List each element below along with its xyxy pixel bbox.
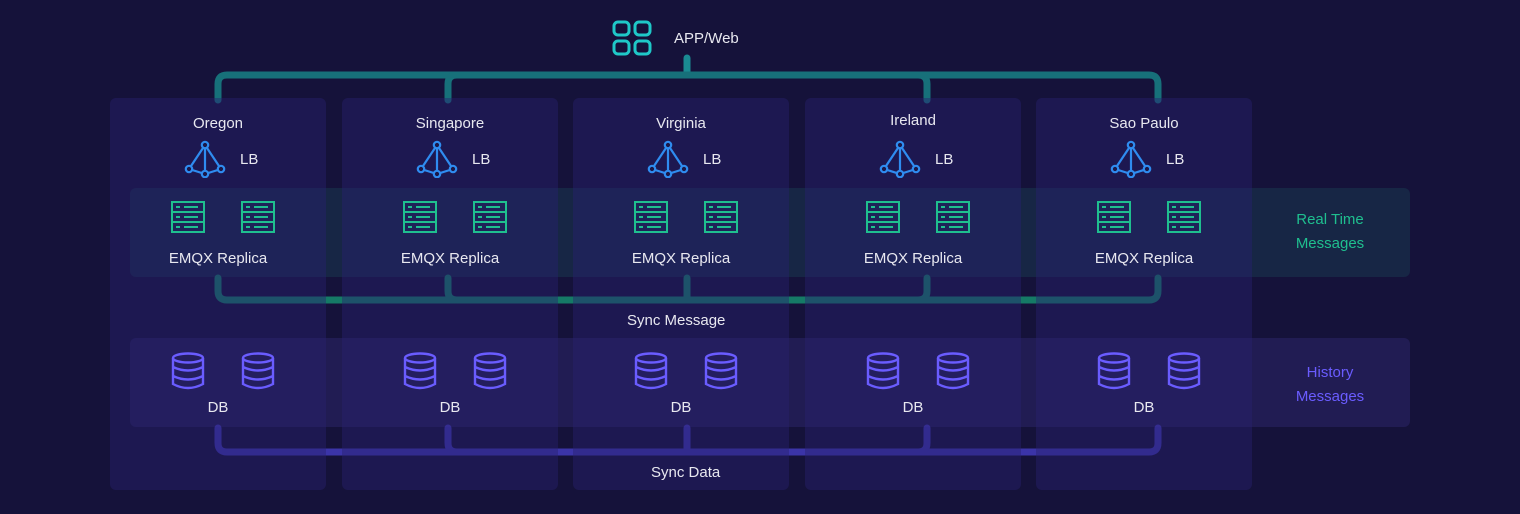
history-label-line1: History [1306,364,1354,381]
lb-label: LB [472,150,491,168]
lb-label: LB [935,150,954,168]
server-icon [170,200,206,239]
db-label: DB [207,399,229,416]
database-icon [935,352,971,395]
realtime-label-line1: Real Time [1296,211,1364,228]
database-icon [402,352,438,395]
database-icon [633,352,669,395]
server-icon [935,200,971,239]
architecture-diagram: APP/Web Oregon LB EMQX Replica DB Singapore L… [0,0,1520,514]
db-label: DB [902,399,924,416]
database-icon [1096,352,1132,395]
server-icon [1096,200,1132,239]
emqx-replica-pair [402,200,508,239]
lb-label: LB [703,150,722,168]
db-pair [865,352,971,395]
load-balancer: LB [1108,140,1184,178]
replica-label: EMQX Replica [400,250,500,267]
server-icon [865,200,901,239]
region-name: Singapore [415,115,485,132]
load-balancer-icon [877,140,923,178]
server-icon [240,200,276,239]
database-icon [865,352,901,395]
app-label: APP/Web [674,29,739,47]
database-icon [472,352,508,395]
replica-label: EMQX Replica [863,250,963,267]
sync-data-label: Sync Data [651,464,721,481]
load-balancer: LB [645,140,721,178]
load-balancer-icon [182,140,228,178]
load-balancer-icon [645,140,691,178]
app-grid-icon [612,20,652,56]
sync-message-label: Sync Message [627,312,726,329]
db-pair [170,352,276,395]
db-label: DB [439,399,461,416]
emqx-replica-pair [865,200,971,239]
load-balancer-icon [414,140,460,178]
server-icon [402,200,438,239]
emqx-replica-pair [633,200,739,239]
realtime-messages-label: Real Time Messages [1270,208,1390,256]
database-icon [703,352,739,395]
region-name: Oregon [192,115,244,132]
load-balancer: LB [182,140,258,178]
server-icon [1166,200,1202,239]
region-name: Sao Paulo [1109,115,1179,132]
db-label: DB [1133,399,1155,416]
emqx-replica-pair [170,200,276,239]
replica-label: EMQX Replica [631,250,731,267]
top-outer-connector [214,71,1162,104]
top-inner-connector [444,71,931,104]
db-pair [1096,352,1202,395]
history-messages-label: History Messages [1270,361,1390,409]
database-icon [1166,352,1202,395]
load-balancer: LB [877,140,953,178]
database-icon [240,352,276,395]
replica-label: EMQX Replica [168,250,268,267]
load-balancer: LB [414,140,490,178]
database-icon [170,352,206,395]
server-icon [703,200,739,239]
history-label-line2: Messages [1295,388,1365,405]
db-pair [402,352,508,395]
server-icon [472,200,508,239]
region-name: Virginia [656,115,706,132]
load-balancer-icon [1108,140,1154,178]
lb-label: LB [1166,150,1185,168]
lb-label: LB [240,150,259,168]
realtime-label-line2: Messages [1295,235,1365,252]
server-icon [633,200,669,239]
db-label: DB [670,399,692,416]
emqx-replica-pair [1096,200,1202,239]
db-pair [633,352,739,395]
app-web-node: APP/Web [612,20,739,56]
replica-label: EMQX Replica [1094,250,1194,267]
region-name: Ireland [890,112,936,129]
